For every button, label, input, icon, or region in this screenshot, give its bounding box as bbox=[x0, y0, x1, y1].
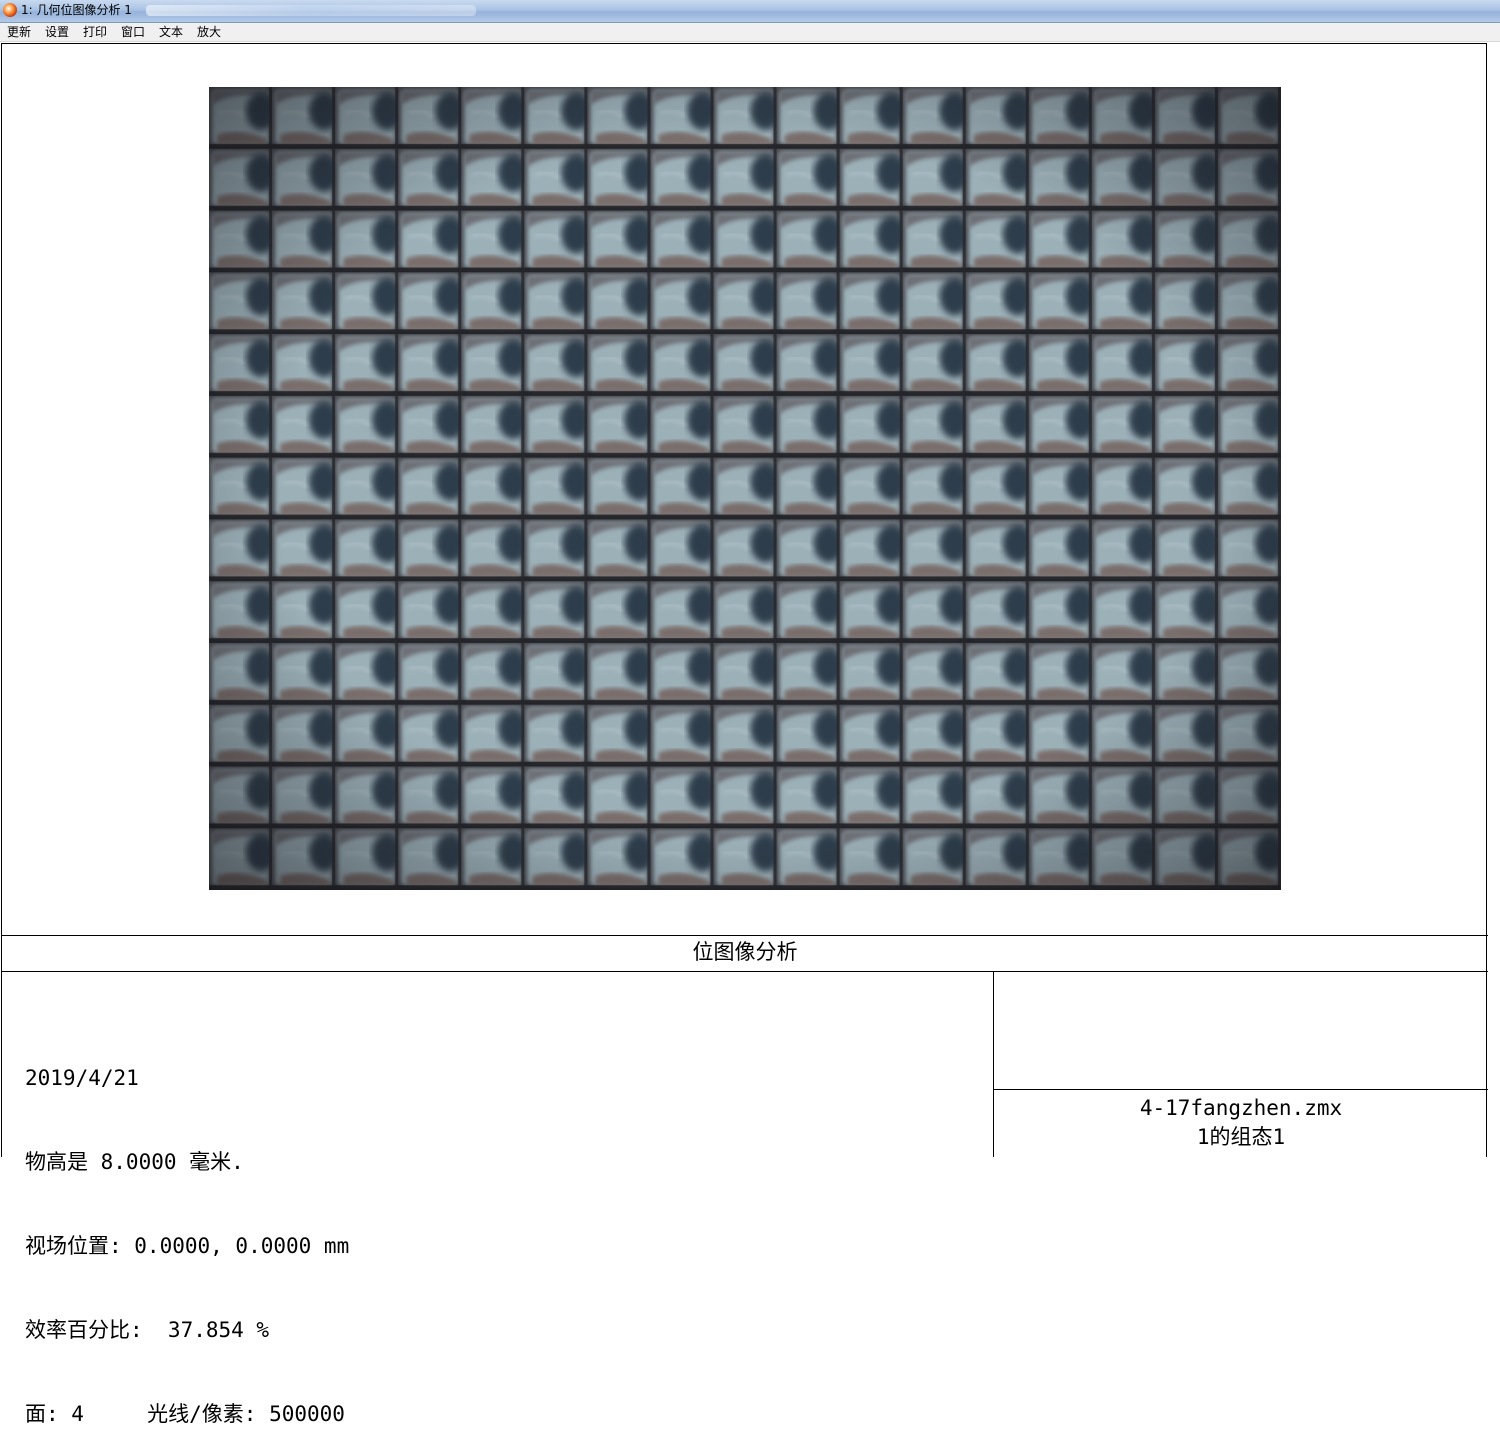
divider-file-box bbox=[994, 1089, 1488, 1090]
window-title: 1: 几何位图像分析 1 bbox=[21, 3, 132, 17]
bitmap-image bbox=[209, 87, 1281, 890]
app-icon[interactable] bbox=[3, 3, 17, 17]
divider-title-top bbox=[2, 935, 1488, 936]
info-efficiency: 效率百分比: 37.854 % bbox=[25, 1318, 270, 1342]
window-title-bar[interactable]: 1: 几何位图像分析 1 bbox=[0, 0, 1500, 23]
menu-print[interactable]: 打印 bbox=[80, 24, 110, 40]
file-config: 1的组态1 bbox=[1196, 1125, 1286, 1149]
info-surface-rays: 面: 4 光线/像素: 500000 bbox=[25, 1402, 345, 1426]
menu-settings[interactable]: 设置 bbox=[42, 24, 72, 40]
info-field-position: 视场位置: 0.0000, 0.0000 mm bbox=[25, 1234, 350, 1258]
file-info: 4-17fangzhen.zmx 1的组态1 bbox=[994, 1094, 1488, 1152]
info-date: 2019/4/21 bbox=[25, 1066, 139, 1090]
menu-bar: 更新 设置 打印 窗口 文本 放大 bbox=[0, 23, 1500, 42]
analysis-info: 2019/4/21 物高是 8.0000 毫米. 视场位置: 0.0000, 0… bbox=[25, 1008, 349, 1456]
menu-update[interactable]: 更新 bbox=[4, 24, 34, 40]
menu-zoom[interactable]: 放大 bbox=[194, 24, 224, 40]
image-vignette bbox=[209, 87, 1281, 890]
info-object-height: 物高是 8.0000 毫米. bbox=[25, 1150, 244, 1174]
plot-title: 位图像分析 bbox=[692, 940, 798, 964]
blurred-file-path bbox=[146, 5, 476, 16]
menu-text[interactable]: 文本 bbox=[156, 24, 186, 40]
divider-title-bottom bbox=[2, 971, 1488, 972]
menu-window[interactable]: 窗口 bbox=[118, 24, 148, 40]
file-name: 4-17fangzhen.zmx bbox=[1139, 1096, 1343, 1120]
